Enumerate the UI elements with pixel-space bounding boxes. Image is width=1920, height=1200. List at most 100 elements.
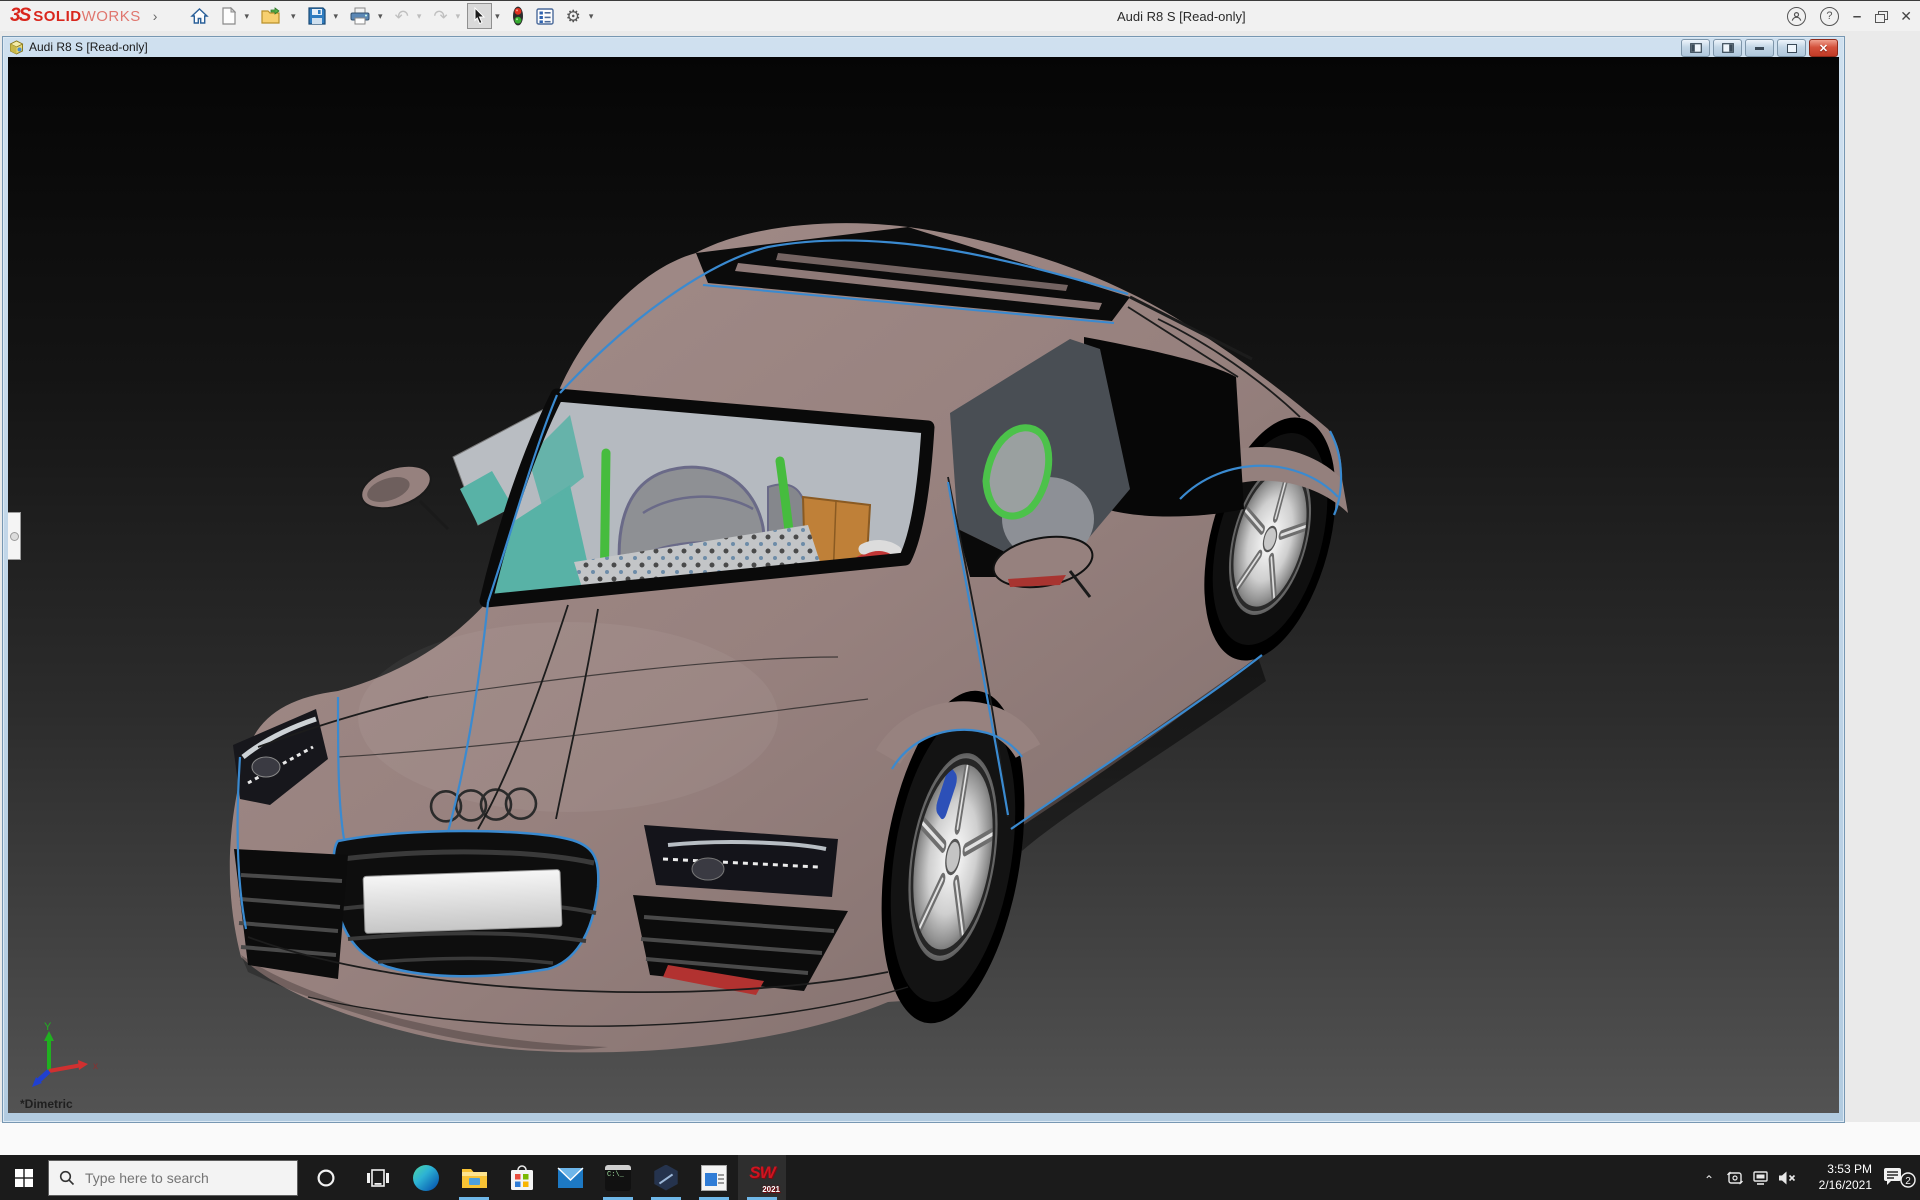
volume-muted-icon <box>1778 1170 1797 1186</box>
doc-close-button[interactable]: ✕ <box>1809 39 1838 57</box>
flyout-handle-dot <box>10 532 19 541</box>
edge-icon <box>413 1165 439 1191</box>
new-document-button[interactable] <box>216 3 241 29</box>
start-button[interactable] <box>0 1155 48 1200</box>
solidworks-logo: 3S SOLID WORKS <box>10 5 141 27</box>
action-center-icon: 2 <box>1883 1167 1917 1189</box>
app-close-button[interactable]: ✕ <box>1900 8 1912 25</box>
taskbar-search[interactable] <box>48 1160 298 1196</box>
new-dropdown-arrow[interactable]: ▾ <box>244 11 249 22</box>
taskbar-app-command-prompt[interactable]: C:\_ <box>594 1155 642 1200</box>
traffic-light-icon <box>512 6 524 26</box>
featuremanager-flyout-tab[interactable] <box>8 512 21 560</box>
assembly-document-icon <box>9 40 24 55</box>
help-icon[interactable]: ? <box>1820 7 1839 26</box>
doc-restore-button[interactable] <box>1777 39 1806 57</box>
app-restore-button[interactable] <box>1875 11 1886 21</box>
taskbar: C:\_ SW 2021 ⌃ <box>0 1155 1920 1200</box>
license-plate <box>363 870 562 934</box>
save-icon <box>308 7 326 25</box>
settings-button[interactable]: ⚙ <box>561 3 586 29</box>
task-pane-list-icon <box>536 8 554 25</box>
home-icon <box>190 7 209 25</box>
taskbar-app-edge[interactable] <box>402 1155 450 1200</box>
document-window: Audi R8 S [Read-only] ✕ <box>2 36 1845 1123</box>
quick-access-toolbar: ▾ ▾ ▾ ▾ ↶ ▾ ↷ ▾ ▾ ⚙ ▾ <box>185 3 598 29</box>
account-icon[interactable] <box>1787 7 1806 26</box>
select-dropdown-arrow[interactable]: ▾ <box>495 11 500 22</box>
hexagon-app-icon <box>653 1165 679 1191</box>
chevron-up-icon: ⌃ <box>1704 1173 1714 1187</box>
tray-date: 2/16/2021 <box>1810 1178 1872 1194</box>
app-minimize-button[interactable]: – <box>1853 8 1861 25</box>
search-icon <box>59 1170 75 1186</box>
home-button[interactable] <box>185 3 214 29</box>
notification-badge: 2 <box>1905 1176 1911 1187</box>
taskbar-clock[interactable]: 3:53 PM 2/16/2021 <box>1810 1162 1872 1193</box>
print-dropdown-arrow[interactable]: ▾ <box>378 11 383 22</box>
volume-button[interactable] <box>1774 1155 1800 1200</box>
gear-icon: ⚙ <box>566 8 581 25</box>
appbar-right-controls: ? – ✕ <box>1787 1 1912 31</box>
meet-now-icon <box>1726 1170 1744 1186</box>
blue-window-app-icon <box>701 1165 727 1191</box>
open-button[interactable] <box>256 3 288 29</box>
taskbar-app-mail[interactable] <box>546 1155 594 1200</box>
redo-button[interactable]: ↷ <box>428 3 452 29</box>
document-titlebar[interactable]: Audi R8 S [Read-only] ✕ <box>3 37 1844 57</box>
rebuild-button[interactable] <box>507 3 529 29</box>
print-button[interactable] <box>345 3 375 29</box>
search-input[interactable] <box>83 1169 277 1187</box>
view-orientation-label: *Dimetric <box>20 1097 73 1111</box>
select-cursor-icon <box>472 7 487 25</box>
task-view-button[interactable] <box>354 1155 402 1200</box>
taskbar-app-store[interactable] <box>498 1155 546 1200</box>
command-prompt-icon: C:\_ <box>605 1165 631 1191</box>
undo-dropdown-arrow[interactable]: ▾ <box>417 11 422 22</box>
document-window-buttons: ✕ <box>1681 39 1838 57</box>
screen: 3S SOLID WORKS › ▾ ▾ ▾ ▾ ↶ ▾ ↷ ▾ <box>0 0 1920 1200</box>
system-tray: ⌃ 3:53 PM 2/16/2021 <box>1696 1155 1920 1200</box>
tray-overflow-button[interactable]: ⌃ <box>1696 1155 1722 1200</box>
task-pane-button[interactable] <box>531 3 559 29</box>
settings-dropdown-arrow[interactable]: ▾ <box>589 11 594 22</box>
left-mirror <box>356 458 436 516</box>
pane-collapse-right-button[interactable] <box>1713 39 1742 57</box>
action-center-button[interactable]: 2 <box>1880 1155 1920 1200</box>
cortana-button[interactable] <box>298 1155 354 1200</box>
network-button[interactable] <box>1748 1155 1774 1200</box>
save-button[interactable] <box>303 3 331 29</box>
app-title: Audi R8 S [Read-only] <box>1117 1 1246 31</box>
document-title: Audi R8 S [Read-only] <box>29 40 148 54</box>
mdi-bottom-strip <box>0 1122 1920 1155</box>
car-model-audi-r8[interactable] <box>8 57 1839 1113</box>
select-tool-button[interactable] <box>467 3 492 29</box>
triad-x-label: x <box>93 1061 98 1072</box>
undo-button[interactable]: ↶ <box>390 3 414 29</box>
open-dropdown-arrow[interactable]: ▾ <box>291 11 296 22</box>
mail-icon <box>557 1167 584 1189</box>
save-dropdown-arrow[interactable]: ▾ <box>334 11 339 22</box>
menu-flyout-arrow-icon[interactable]: › <box>153 8 158 24</box>
orientation-triad: Y x <box>30 1019 108 1093</box>
taskbar-app-blue-window[interactable] <box>690 1155 738 1200</box>
file-explorer-icon <box>461 1166 488 1189</box>
left-intake <box>234 849 348 979</box>
microsoft-store-icon <box>510 1165 534 1191</box>
solidworks-2021-icon: SW 2021 <box>745 1163 779 1193</box>
task-view-icon <box>367 1168 389 1188</box>
ethernet-icon <box>1752 1170 1770 1186</box>
windows-logo-icon <box>15 1169 33 1187</box>
taskbar-app-solidworks[interactable]: SW 2021 <box>738 1155 786 1200</box>
graphics-viewport[interactable]: Y x *Dimetric <box>8 57 1839 1113</box>
taskbar-app-file-explorer[interactable] <box>450 1155 498 1200</box>
print-icon <box>350 7 370 25</box>
pane-collapse-left-button[interactable] <box>1681 39 1710 57</box>
open-icon <box>261 7 283 25</box>
redo-dropdown-arrow[interactable]: ▾ <box>456 11 461 22</box>
meet-now-button[interactable] <box>1722 1155 1748 1200</box>
taskbar-app-hexagon[interactable] <box>642 1155 690 1200</box>
doc-minimize-button[interactable] <box>1745 39 1774 57</box>
tray-time: 3:53 PM <box>1810 1162 1872 1178</box>
triad-y-label: Y <box>44 1021 52 1033</box>
